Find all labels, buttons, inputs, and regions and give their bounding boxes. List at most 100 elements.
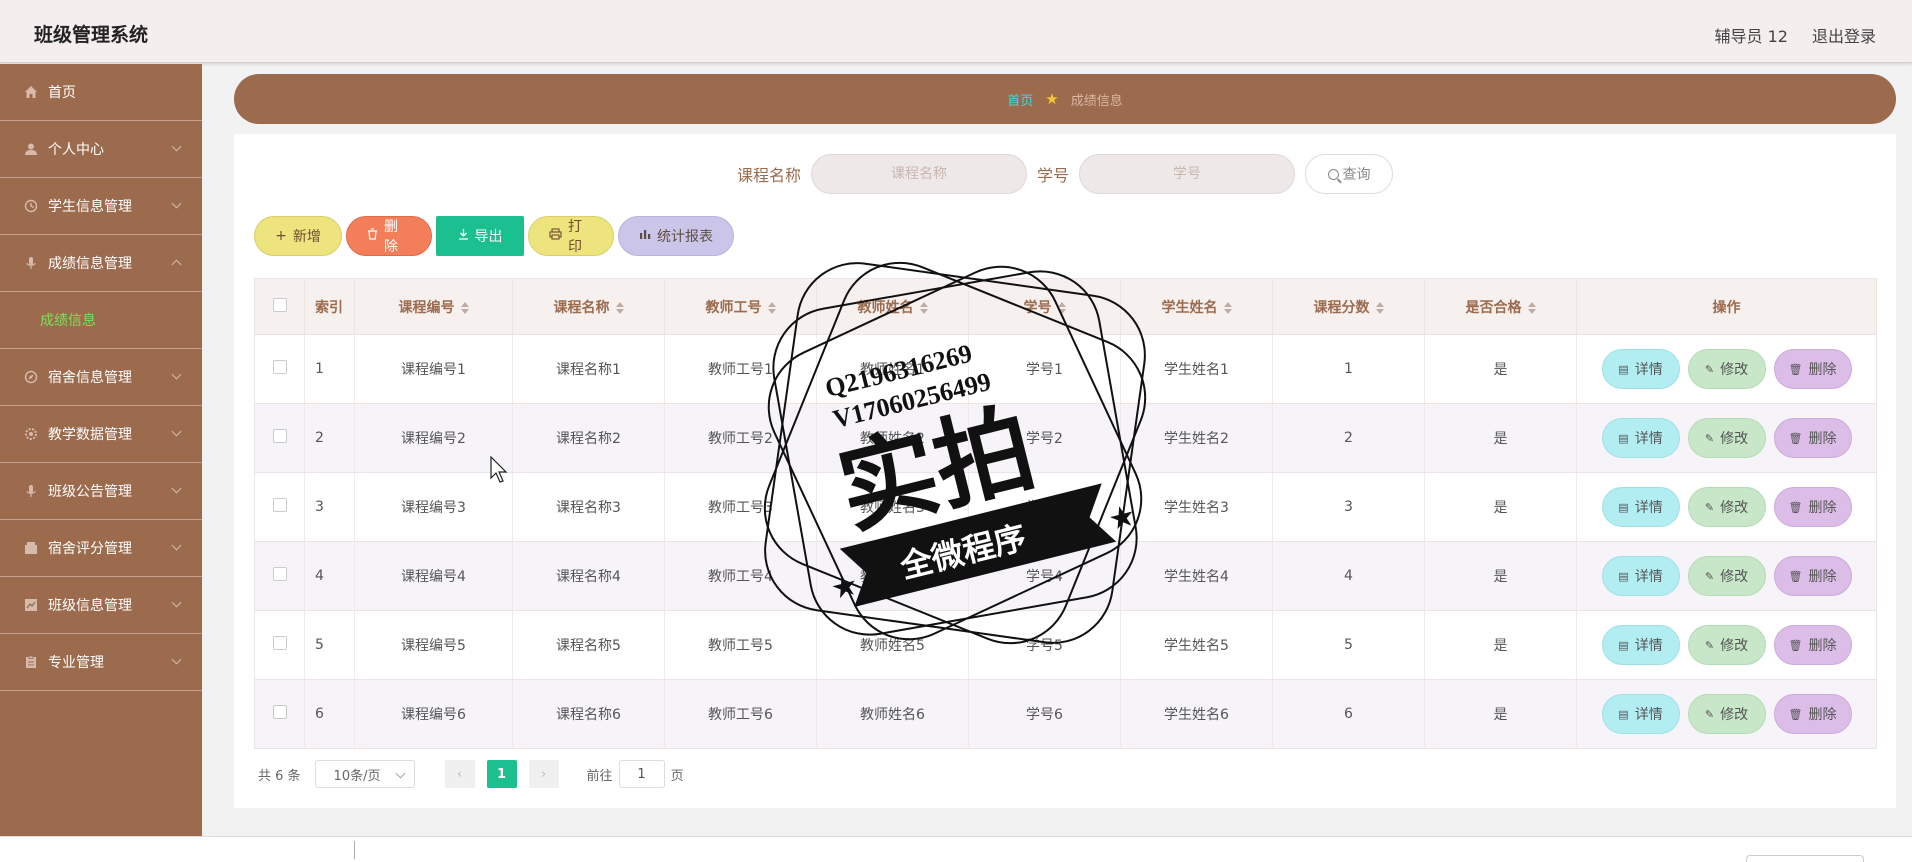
cell-student-name: 学生姓名6 — [1120, 679, 1273, 749]
sidebar-item-dorm-info[interactable]: 宿舍信息管理 — [0, 349, 202, 406]
cell-score: 3 — [1272, 472, 1425, 542]
sort-icon[interactable] — [1057, 301, 1066, 314]
row-checkbox[interactable] — [272, 429, 287, 443]
delete-button[interactable]: 🗑 删除 — [1773, 418, 1852, 458]
detail-button[interactable]: ▤ 详情 — [1601, 487, 1680, 527]
select-all-cell — [254, 278, 305, 335]
edit-button[interactable]: ✎ 修改 — [1687, 556, 1766, 596]
sidebar-item-class-notice[interactable]: 班级公告管理 — [0, 463, 202, 520]
edit-button[interactable]: ✎ 修改 — [1687, 418, 1766, 458]
detail-button[interactable]: ▤ 详情 — [1601, 694, 1680, 734]
detail-button[interactable]: ▤ 详情 — [1601, 418, 1680, 458]
course-name-input[interactable] — [811, 154, 1027, 194]
cell-student-no: 学号6 — [968, 679, 1121, 749]
goto-page-input[interactable] — [618, 760, 665, 788]
compass-icon — [24, 370, 38, 384]
sidebar-item-class-info[interactable]: 班级信息管理 — [0, 577, 202, 634]
detail-button[interactable]: ▤ 详情 — [1601, 625, 1680, 665]
detail-button[interactable]: ▤ 详情 — [1601, 556, 1680, 596]
col-course-no[interactable]: 课程编号 — [354, 278, 513, 335]
page-number-current[interactable]: 1 — [486, 760, 517, 788]
chevron-down-icon — [171, 426, 182, 437]
home-icon — [24, 85, 38, 99]
col-student-name[interactable]: 学生姓名 — [1120, 278, 1273, 335]
edit-button[interactable]: ✎ 修改 — [1687, 694, 1766, 734]
sidebar-item-profile[interactable]: 个人中心 — [0, 121, 202, 178]
chevron-down-icon — [171, 483, 182, 494]
edit-button[interactable]: ✎ 修改 — [1687, 487, 1766, 527]
student-no-input[interactable] — [1079, 154, 1296, 194]
sort-icon[interactable] — [615, 301, 624, 314]
logout-button[interactable]: 退出登录 — [1812, 23, 1876, 47]
clipboard-icon — [24, 655, 38, 669]
col-score[interactable]: 课程分数 — [1272, 278, 1425, 335]
sidebar-item-major[interactable]: 专业管理 — [0, 634, 202, 691]
sort-icon[interactable] — [460, 301, 469, 314]
cell-pass: 是 — [1424, 541, 1577, 611]
pencil-icon: ✎ — [1704, 707, 1715, 721]
stats-report-button[interactable]: 统计报表 — [618, 216, 734, 256]
col-label: 学生姓名 — [1161, 299, 1218, 316]
delete-button[interactable]: 🗑 删除 — [1773, 625, 1852, 665]
cell-actions: ▤ 详情 ✎ 修改 🗑 删除 — [1576, 610, 1877, 680]
prev-page-button[interactable]: ‹ — [444, 760, 475, 788]
col-teacher-name[interactable]: 教师姓名 — [816, 278, 969, 335]
print-button[interactable]: 打印 — [528, 216, 614, 256]
sort-icon[interactable] — [1223, 301, 1232, 314]
add-button[interactable]: + 新增 — [254, 216, 342, 256]
user-icon — [24, 142, 38, 156]
cell-actions: ▤ 详情 ✎ 修改 🗑 删除 — [1576, 334, 1877, 404]
col-student-no[interactable]: 学号 — [968, 278, 1121, 335]
batch-delete-button[interactable]: 删除 — [346, 216, 432, 256]
cell-course-name: 课程名称5 — [512, 610, 665, 680]
cell-course-no: 课程编号2 — [354, 403, 513, 473]
export-button[interactable]: 导出 — [436, 216, 524, 256]
cell-student-no: 学号4 — [968, 541, 1121, 611]
next-page-button[interactable]: › — [528, 760, 559, 788]
sidebar-item-label: 教学数据管理 — [48, 427, 132, 443]
row-checkbox[interactable] — [272, 636, 287, 650]
row-checkbox[interactable] — [272, 360, 287, 374]
detail-button[interactable]: ▤ 详情 — [1601, 349, 1680, 389]
delete-button[interactable]: 🗑 删除 — [1773, 349, 1852, 389]
cell-index: 5 — [304, 610, 355, 680]
sidebar-item-label: 宿舍信息管理 — [48, 370, 132, 386]
select-all-checkbox[interactable] — [272, 297, 287, 312]
col-teacher-no[interactable]: 教师工号 — [664, 278, 817, 335]
sort-icon[interactable] — [1527, 301, 1536, 314]
page-suffix: 页 — [670, 768, 684, 784]
delete-button[interactable]: 🗑 删除 — [1773, 487, 1852, 527]
sort-icon[interactable] — [1375, 301, 1384, 314]
sidebar-item-teaching-data[interactable]: 教学数据管理 — [0, 406, 202, 463]
cell-student-name: 学生姓名2 — [1120, 403, 1273, 473]
pagination: 共 6 条 10条/页 ‹ 1 › 前往 页 — [258, 760, 684, 788]
sort-icon[interactable] — [919, 301, 928, 314]
query-button[interactable]: 查询 — [1305, 154, 1394, 194]
stats-label: 统计报表 — [657, 229, 713, 245]
user-label[interactable]: 辅导员 12 — [1715, 23, 1788, 47]
edit-button[interactable]: ✎ 修改 — [1687, 625, 1766, 665]
table-row: 6 课程编号6 课程名称6 教师工号6 教师姓名6 学号6 学生姓名6 6 是 ▤ 详情 ✎ 修改 … — [254, 679, 1877, 749]
page-size-select[interactable]: 10条/页 — [314, 760, 415, 788]
sidebar-item-label: 成绩信息管理 — [48, 256, 132, 272]
col-course-name[interactable]: 课程名称 — [512, 278, 665, 335]
row-select-cell — [254, 679, 305, 749]
sidebar-item-grade-info[interactable]: 成绩信息管理 — [0, 235, 202, 292]
sidebar-subitem-grade-info[interactable]: 成绩信息 — [0, 292, 202, 349]
breadcrumb-home[interactable]: 首页 — [1007, 90, 1033, 109]
row-checkbox[interactable] — [272, 567, 287, 581]
row-checkbox[interactable] — [272, 705, 287, 719]
sidebar-item-home[interactable]: 首页 — [0, 64, 202, 121]
row-checkbox[interactable] — [272, 498, 287, 512]
sidebar-item-label: 学生信息管理 — [48, 199, 132, 215]
delete-button[interactable]: 🗑 删除 — [1773, 556, 1852, 596]
bar-chart-icon — [639, 228, 651, 244]
edit-button[interactable]: ✎ 修改 — [1687, 349, 1766, 389]
trash-icon: 🗑 — [1788, 362, 1803, 376]
sidebar-item-dorm-score[interactable]: 宿舍评分管理 — [0, 520, 202, 577]
sidebar-item-student-info[interactable]: 学生信息管理 — [0, 178, 202, 235]
sort-icon[interactable] — [767, 301, 776, 314]
col-label: 课程编号 — [398, 299, 455, 316]
col-pass[interactable]: 是否合格 — [1424, 278, 1577, 335]
delete-button[interactable]: 🗑 删除 — [1773, 694, 1852, 734]
